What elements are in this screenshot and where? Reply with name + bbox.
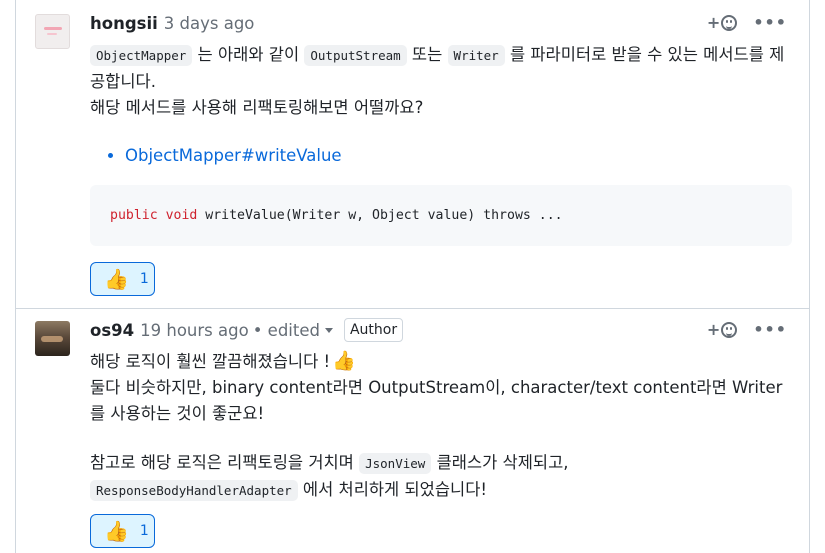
kebab-icon[interactable]: ••• [753,320,787,339]
paragraph: 참고로 해당 로직은 리팩토링을 거치며 JsonView 클래스가 삭제되고,… [90,453,569,501]
smiley-icon [721,321,738,338]
caret-down-icon [324,327,333,333]
comment-actions: + ••• [707,320,787,339]
reaction-count: 1 [139,271,149,287]
thumbs-up-icon: 👍 [104,267,129,291]
author-name[interactable]: os94 [90,321,134,340]
edited-dropdown[interactable]: • edited [253,321,333,340]
doc-link[interactable]: ObjectMapper#writeValue [125,146,342,165]
avatar[interactable] [35,14,70,49]
link-list: ObjectMapper#writeValue [90,143,795,169]
inline-code: OutputStream [304,45,407,66]
timestamp[interactable]: 3 days ago [164,14,255,33]
thumbs-up-icon: 👍 [104,519,129,543]
code-block: public void writeValue(Writer w, Object … [90,185,792,246]
comment-actions: + ••• [707,13,787,32]
paragraph: ObjectMapper 는 아래와 같이 OutputStream 또는 Wr… [90,45,785,117]
kebab-icon[interactable]: ••• [753,13,787,32]
inline-code: ResponseBodyHandlerAdapter [90,480,298,501]
list-item: ObjectMapper#writeValue [125,143,795,169]
comment-body: 해당 로직이 훨씬 깔끔해졌습니다 ! 👍 둘다 비슷하지만, binary con… [90,348,795,504]
author-badge: Author [343,318,404,342]
author-name[interactable]: hongsii [90,14,158,33]
timeline-border-right [809,0,810,553]
comment-header: hongsii 3 days ago [90,13,254,33]
add-reaction-button[interactable]: + [707,13,738,32]
reaction-count: 1 [139,523,149,539]
inline-code: ObjectMapper [90,45,193,66]
inline-code: JsonView [359,453,432,474]
timestamp[interactable]: 19 hours ago [140,321,249,340]
thumbs-up-reaction[interactable]: 👍 1 [90,262,155,296]
thumbs-up-reaction[interactable]: 👍 1 [90,514,155,548]
add-reaction-button[interactable]: + [707,320,738,339]
paragraph: 해당 로직이 훨씬 깔끔해졌습니다 ! 👍 둘다 비슷하지만, binary con… [90,350,783,423]
inline-code: Writer [447,45,505,66]
timeline-border-left [15,0,16,553]
avatar[interactable] [35,321,70,356]
smiley-icon [721,14,738,31]
comment-body: ObjectMapper 는 아래와 같이 OutputStream 또는 Wr… [90,42,795,169]
thumbs-up-icon: 👍 [332,350,356,372]
comment-divider [15,308,809,309]
comment-header: os94 19 hours ago • edited Author [90,318,404,342]
